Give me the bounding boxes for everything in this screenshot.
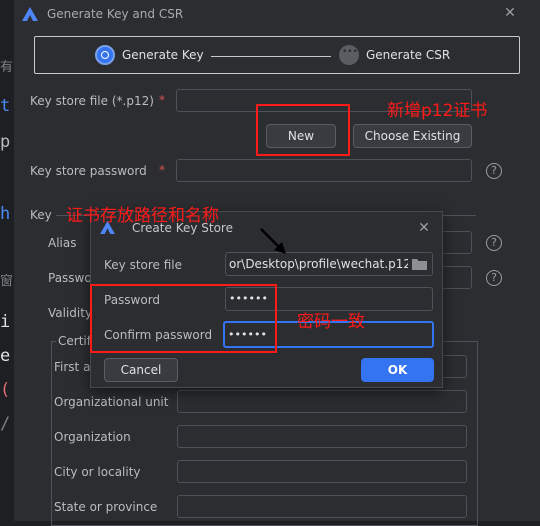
step-generate-key: Generate Key (122, 48, 204, 62)
organization-label: Organization (54, 430, 131, 444)
close-icon[interactable]: ✕ (502, 5, 518, 21)
app-logo-icon (22, 7, 38, 21)
close-icon[interactable]: ✕ (416, 220, 432, 236)
ks-file-input[interactable]: or\Desktop\profile\wechat.p12 (225, 252, 433, 276)
editor-glyph: p (0, 132, 11, 152)
annotation-new-p12: 新增p12证书 (387, 101, 488, 121)
cancel-button[interactable]: Cancel (104, 358, 178, 382)
organizational-unit-label: Organizational unit (54, 395, 169, 409)
city-locality-input[interactable] (177, 460, 467, 483)
step-generate-csr: Generate CSR (366, 48, 451, 62)
key-store-password-label: Key store password (30, 164, 147, 178)
validity-label: Validity (48, 306, 93, 320)
annotation-password-match: 密码一致 (297, 312, 365, 332)
annotation-path-name: 证书存放路径和名称 (66, 206, 219, 226)
editor-glyph: / (0, 414, 11, 434)
editor-glyph: i (0, 312, 11, 332)
ok-button[interactable]: OK (361, 358, 434, 382)
help-icon[interactable]: ? (486, 270, 502, 286)
dialog-title: Generate Key and CSR (47, 7, 184, 21)
editor-glyph: ( (0, 380, 11, 400)
required-mark: * (159, 163, 165, 177)
organizational-unit-input[interactable] (177, 390, 467, 413)
browse-folder-icon[interactable] (408, 253, 432, 275)
required-mark: * (159, 93, 165, 107)
editor-glyph: e (0, 346, 11, 366)
alias-label: Alias (48, 236, 77, 250)
city-locality-label: City or locality (54, 465, 141, 479)
password-label: Passwo (48, 271, 92, 285)
highlight-password-fields (90, 284, 277, 353)
key-section-label: Key (30, 208, 52, 222)
highlight-new-button (256, 104, 350, 156)
choose-existing-button[interactable]: Choose Existing (353, 124, 472, 148)
step-connector (211, 56, 331, 57)
annotation-arrow-icon (260, 228, 286, 254)
editor-glyph: 窗 (0, 274, 14, 289)
key-store-file-label: Key store file (*.p12) (30, 94, 154, 108)
help-icon[interactable]: ? (486, 163, 502, 179)
wizard-steps: Generate Key ••• Generate CSR (34, 36, 520, 74)
editor-glyph: h (0, 204, 11, 224)
state-province-label: State or province (54, 500, 158, 514)
state-province-input[interactable] (177, 495, 467, 518)
dialog-titlebar: Generate Key and CSR ✕ (14, 0, 540, 28)
editor-glyph: 有 (0, 60, 14, 75)
key-store-password-input[interactable] (176, 159, 472, 182)
step-pending-icon: ••• (339, 45, 359, 65)
step-active-icon (95, 45, 115, 65)
organization-input[interactable] (177, 425, 467, 448)
help-icon[interactable]: ? (486, 235, 502, 251)
ks-file-path: or\Desktop\profile\wechat.p12 (229, 257, 411, 271)
certificate-label: Certif (56, 334, 93, 348)
ks-file-label: Key store file (104, 258, 183, 272)
editor-glyph: t (0, 96, 11, 116)
